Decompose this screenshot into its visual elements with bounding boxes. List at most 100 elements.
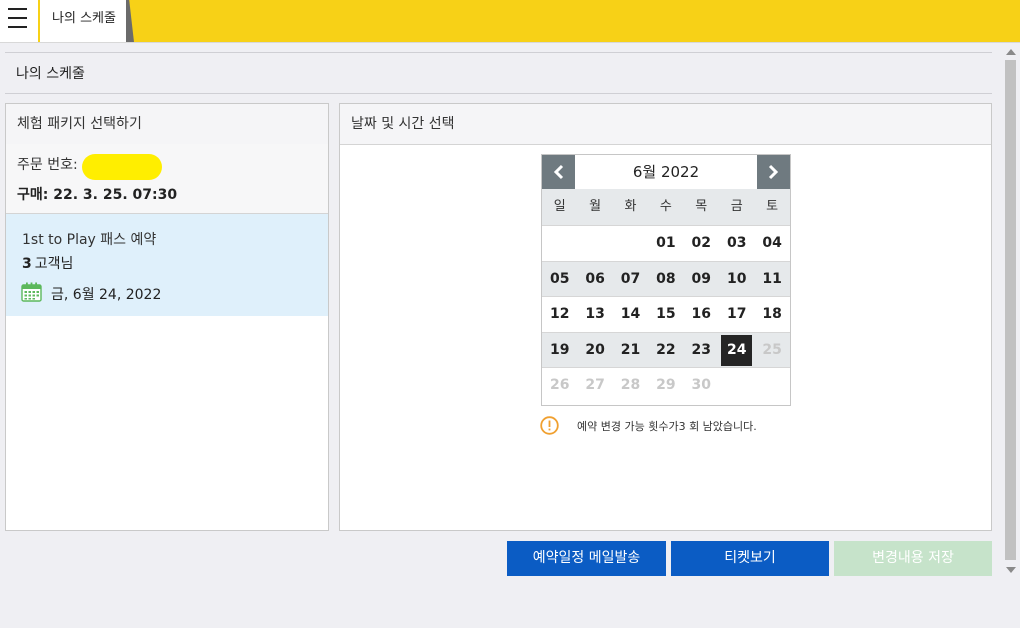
calendar-day-number: 05 bbox=[549, 270, 570, 287]
calendar: 6월 2022 일 월 화 수 목 금 토 01 02 03 04 05 06 07 08 09 10 11 12… bbox=[541, 154, 791, 406]
calendar-day[interactable]: 11 bbox=[754, 262, 789, 297]
weekday-header: 일월화수목금토 bbox=[542, 189, 790, 225]
change-limit-notice: 예약 변경 가능 횟수가3 회 남았습니다. bbox=[577, 420, 757, 433]
guest-count: 3 고객님 bbox=[22, 253, 73, 273]
calendar-day[interactable]: 04 bbox=[754, 226, 789, 261]
calendar-day-number: 11 bbox=[762, 270, 782, 287]
guest-label: 고객님 bbox=[34, 256, 74, 272]
page-title: 나의 스케줄 bbox=[16, 66, 85, 82]
redacted-order-number bbox=[82, 154, 162, 180]
calendar-day[interactable]: 05 bbox=[542, 262, 577, 297]
divider bbox=[5, 93, 992, 94]
calendar-day-number: 15 bbox=[656, 306, 676, 323]
calendar-day[interactable]: 14 bbox=[613, 297, 648, 332]
calendar-day[interactable]: 13 bbox=[577, 297, 612, 332]
calendar-day-number: 30 bbox=[691, 377, 712, 394]
calendar-day-number: 24 bbox=[726, 341, 747, 358]
calendar-day: 28 bbox=[613, 368, 648, 403]
weekday-label: 목 bbox=[695, 199, 708, 214]
chevron-right-icon bbox=[768, 164, 779, 180]
weekday-label: 토 bbox=[766, 199, 779, 214]
calendar-icon bbox=[21, 282, 42, 302]
calendar-day-number: 19 bbox=[549, 341, 570, 358]
calendar-day-number: 14 bbox=[620, 306, 641, 323]
chevron-left-icon bbox=[553, 164, 564, 180]
calendar-day[interactable]: 08 bbox=[648, 262, 683, 297]
calendar-day[interactable]: 21 bbox=[613, 333, 648, 368]
calendar-day[interactable]: 01 bbox=[648, 226, 683, 261]
scrollbar-thumb[interactable] bbox=[1005, 60, 1016, 560]
calendar-week-row: 26 27 28 29 30 bbox=[542, 367, 790, 403]
calendar-day[interactable]: 20 bbox=[577, 333, 612, 368]
calendar-day-number: 29 bbox=[656, 377, 676, 394]
calendar-day[interactable]: 23 bbox=[684, 333, 719, 368]
hamburger-menu-button[interactable] bbox=[0, 0, 38, 42]
calendar-day[interactable]: 18 bbox=[754, 297, 789, 332]
weekday-label: 금 bbox=[730, 199, 743, 214]
calendar-day[interactable]: 09 bbox=[684, 262, 719, 297]
calendar-week-row: 19 20 21 22 23 24 25 bbox=[542, 331, 790, 368]
view-ticket-button[interactable]: 티켓보기 bbox=[671, 541, 829, 576]
calendar-day[interactable]: 12 bbox=[542, 297, 577, 332]
purchase-date: 구매: 22. 3. 25. 07:30 bbox=[17, 187, 178, 203]
calendar-day[interactable]: 06 bbox=[577, 262, 612, 297]
calendar-day: 30 bbox=[684, 368, 719, 403]
calendar-day: 26 bbox=[542, 368, 577, 403]
booking-date: 금, 6월 24, 2022 bbox=[51, 287, 162, 303]
calendar-day-number: 23 bbox=[691, 341, 712, 358]
booking-title: 1st to Play 패스 예약 bbox=[22, 232, 157, 248]
calendar-day-number: 07 bbox=[620, 270, 641, 287]
calendar-day-number: 26 bbox=[549, 377, 570, 394]
calendar-day-number: 22 bbox=[656, 341, 676, 358]
top-divider bbox=[0, 42, 1020, 43]
calendar-day[interactable]: 16 bbox=[684, 297, 719, 332]
weekday-label: 수 bbox=[659, 199, 672, 214]
calendar-day-number: 08 bbox=[656, 270, 676, 287]
calendar-day-number: 10 bbox=[726, 270, 747, 287]
calendar-day-selected[interactable]: 24 bbox=[719, 333, 754, 368]
scroll-down-arrow-icon[interactable] bbox=[1006, 567, 1016, 573]
calendar-day-number: 21 bbox=[620, 341, 641, 358]
guest-number: 3 bbox=[22, 256, 32, 272]
next-month-button[interactable] bbox=[757, 155, 790, 189]
calendar-day-number: 01 bbox=[656, 235, 676, 251]
calendar-day[interactable]: 03 bbox=[719, 226, 754, 261]
calendar-week-row: 12 13 14 15 16 17 18 bbox=[542, 296, 790, 332]
weekday-label: 월 bbox=[589, 199, 602, 214]
calendar-day-number: 13 bbox=[585, 306, 605, 323]
calendar-day-number: 20 bbox=[585, 341, 605, 358]
weekday-label: 일 bbox=[553, 199, 566, 214]
calendar-day-number: 17 bbox=[726, 306, 747, 323]
calendar-day[interactable]: 07 bbox=[613, 262, 648, 297]
menu-line bbox=[8, 26, 27, 28]
calendar-day[interactable]: 19 bbox=[542, 333, 577, 368]
calendar-day[interactable]: 02 bbox=[684, 226, 719, 261]
calendar-day: 25 bbox=[754, 333, 789, 368]
calendar-day: 29 bbox=[648, 368, 683, 403]
calendar-month-label: 6월 2022 bbox=[632, 163, 700, 181]
save-changes-button[interactable]: 변경내용 저장 bbox=[834, 541, 992, 576]
divider bbox=[5, 52, 992, 53]
calendar-day-number: 25 bbox=[762, 341, 782, 358]
calendar-day[interactable]: 17 bbox=[719, 297, 754, 332]
prev-month-button[interactable] bbox=[542, 155, 575, 189]
calendar-day-number: 03 bbox=[726, 235, 747, 251]
send-schedule-email-button[interactable]: 예약일정 메일발송 bbox=[507, 541, 666, 576]
weekday-label: 화 bbox=[624, 199, 637, 214]
calendar-day-number: 04 bbox=[762, 235, 782, 251]
date-time-panel-title: 날짜 및 시간 선택 bbox=[340, 104, 991, 145]
calendar-day-number: 09 bbox=[691, 270, 712, 287]
package-panel: 체험 패키지 선택하기 주문 번호: 구매: 22. 3. 25. 07:30 … bbox=[5, 103, 329, 531]
calendar-day: 27 bbox=[577, 368, 612, 403]
scroll-up-arrow-icon[interactable] bbox=[1006, 49, 1016, 55]
calendar-day-number: 12 bbox=[549, 306, 570, 323]
calendar-day[interactable]: 22 bbox=[648, 333, 683, 368]
booking-item[interactable]: 1st to Play 패스 예약 3 고객님 금, 6월 24, 2022 bbox=[6, 214, 328, 316]
calendar-day[interactable]: 10 bbox=[719, 262, 754, 297]
calendar-day[interactable]: 15 bbox=[648, 297, 683, 332]
calendar-day-number: 27 bbox=[585, 377, 605, 394]
calendar-day-number: 16 bbox=[691, 306, 712, 323]
menu-line bbox=[8, 8, 27, 10]
tab-my-schedule[interactable]: 나의 스케줄 bbox=[40, 0, 128, 42]
order-info: 주문 번호: 구매: 22. 3. 25. 07:30 bbox=[6, 144, 328, 214]
